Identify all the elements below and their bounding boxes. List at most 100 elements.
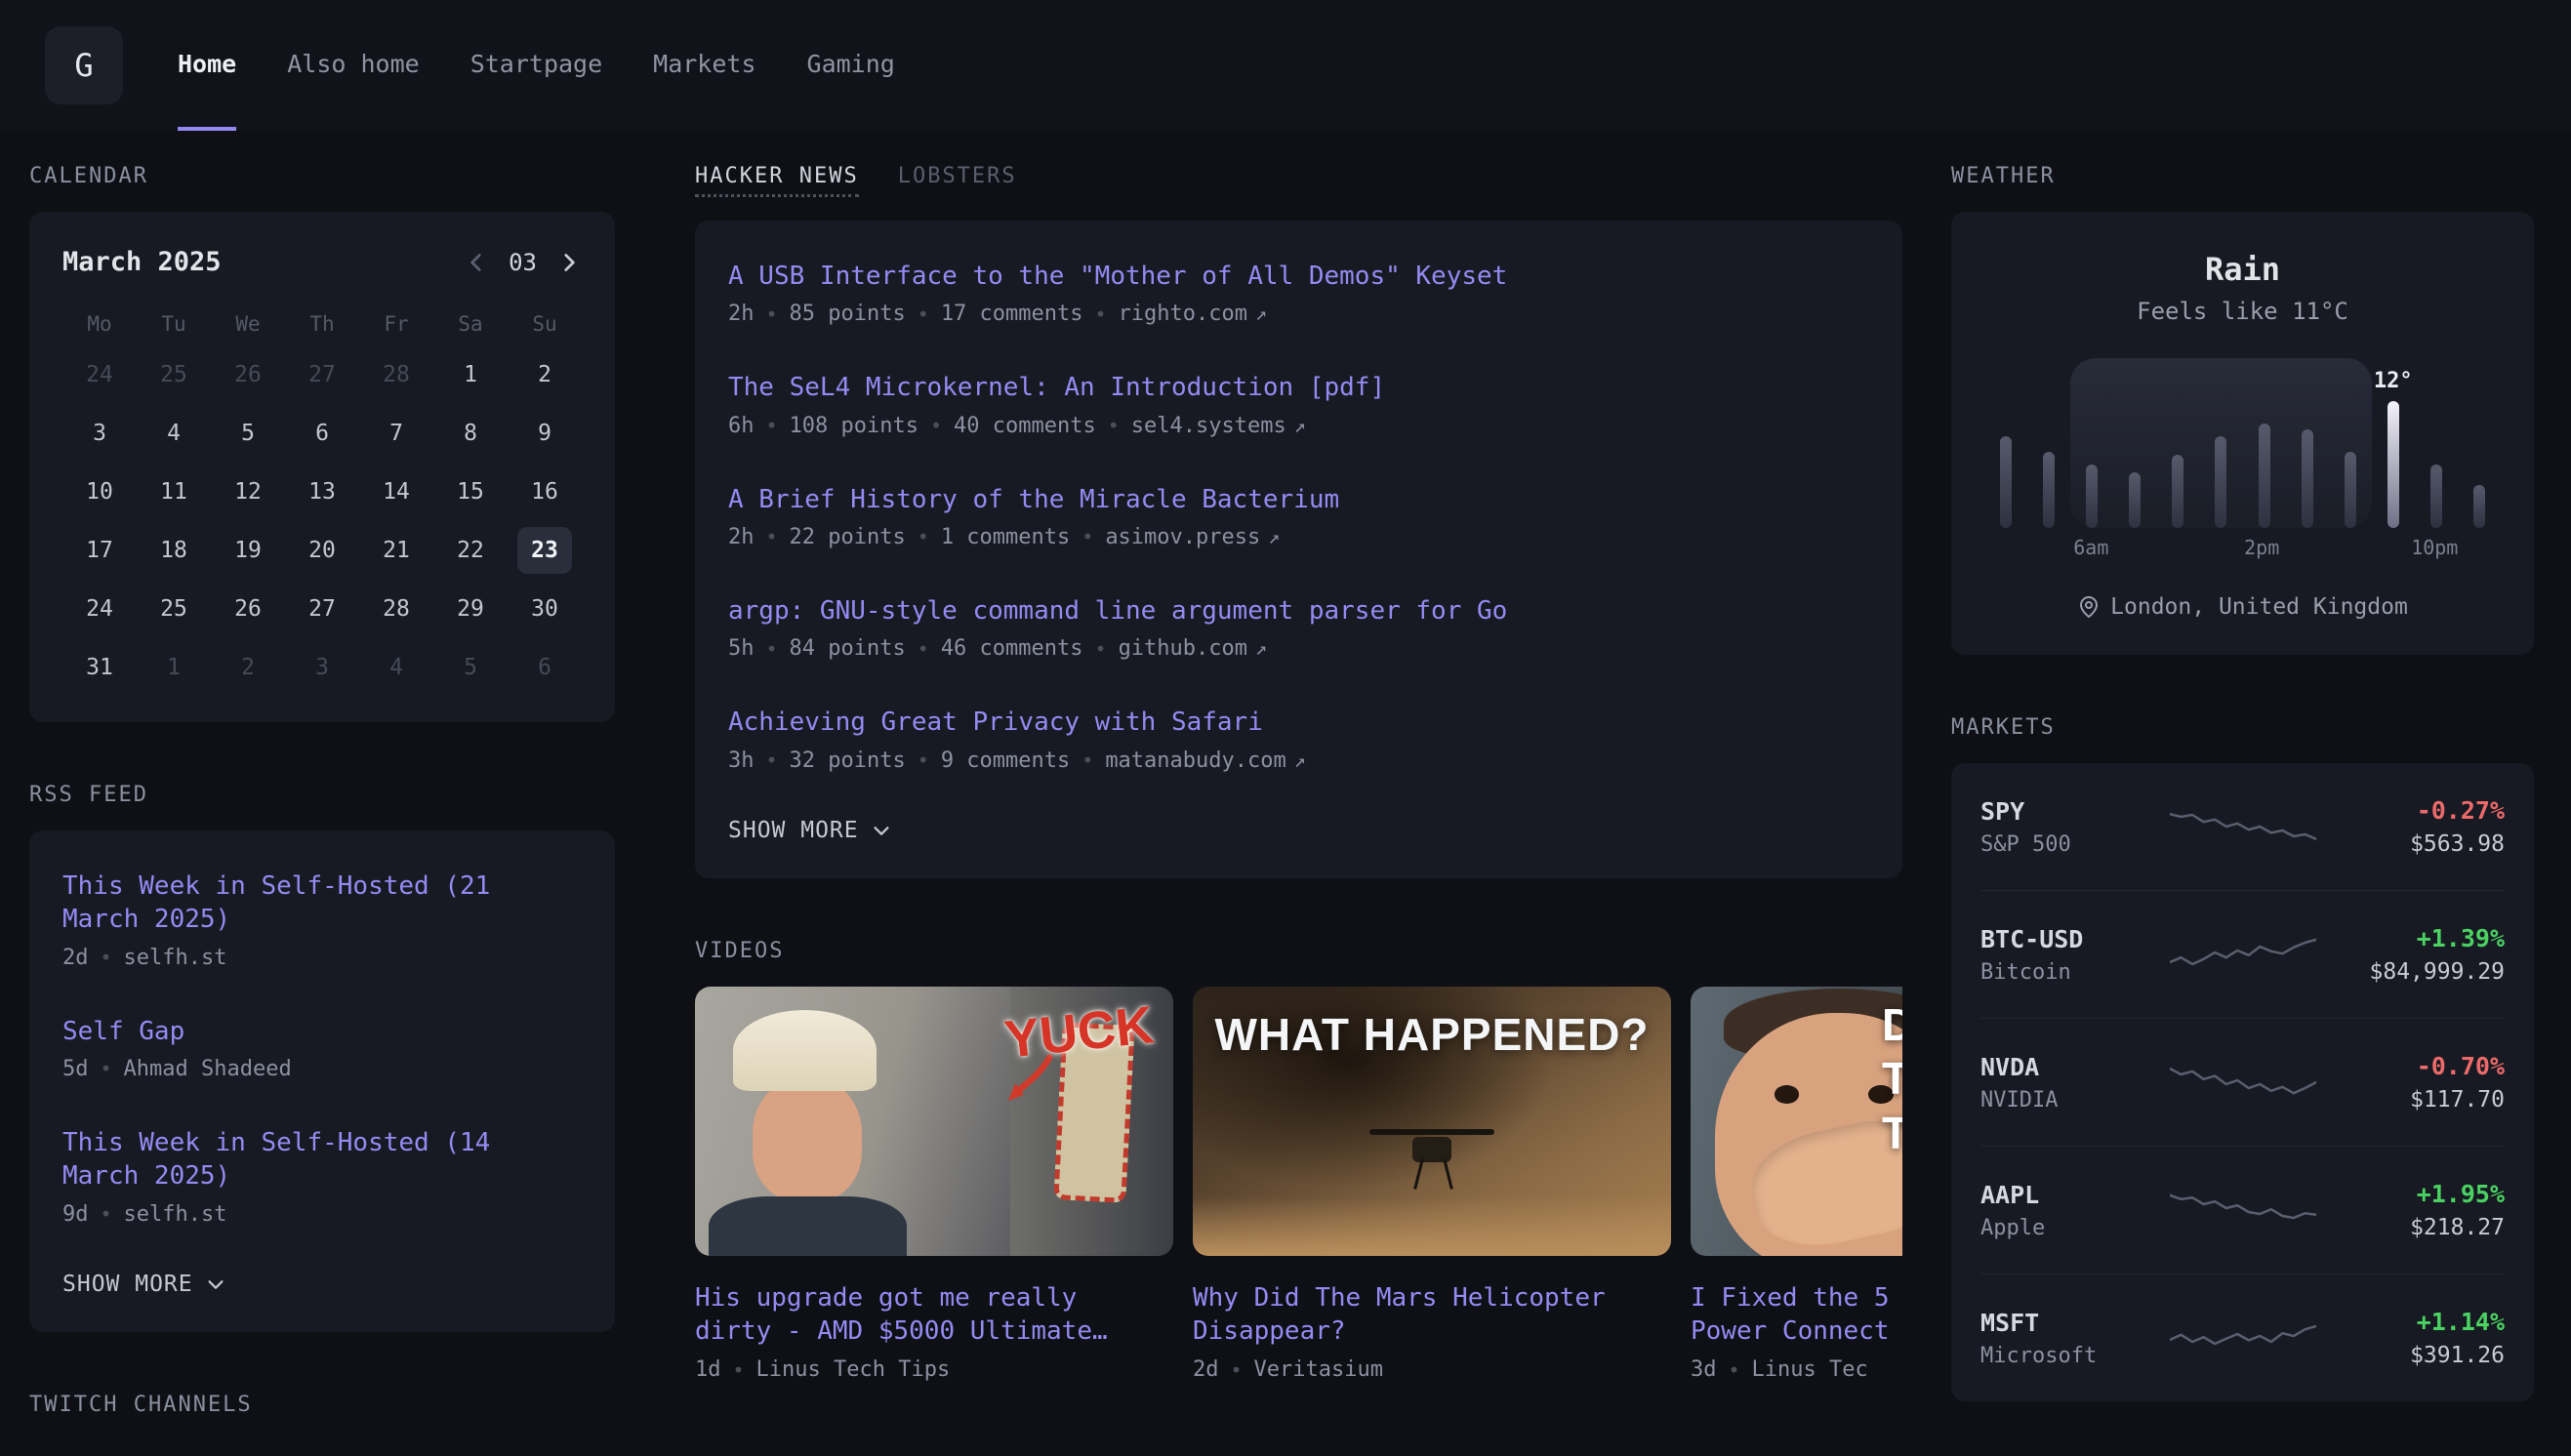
chevron-right-icon <box>556 250 582 275</box>
news-item-comments: 17 comments <box>941 302 1083 326</box>
weather-time-labels: 6am2pm10pm <box>1984 536 2501 559</box>
video-title[interactable]: Why Did The Mars Helicopter Disappear? <box>1193 1281 1671 1349</box>
markets-card: SPYS&P 500-0.27%$563.98BTC-USDBitcoin+1.… <box>1951 763 2534 1401</box>
weather-hourly-chart: 12° <box>1984 352 2501 528</box>
news-show-more-button[interactable]: SHOW MORE <box>728 818 892 843</box>
news-item-title[interactable]: A USB Interface to the "Mother of All De… <box>728 260 1869 293</box>
calendar-controls: 03 <box>464 249 582 276</box>
news-item-title[interactable]: The SeL4 Microkernel: An Introduction [p… <box>728 371 1869 404</box>
weather-widget: WEATHER Rain Feels like 11°C 12° 6am2pm1… <box>1951 164 2534 655</box>
videos-row: YUCK His upgrade got me really dirty - AM… <box>695 987 1902 1383</box>
video-meta: 1d•Linus Tech Tips <box>695 1357 1173 1382</box>
weather-time-spacer <box>2155 536 2198 559</box>
nav-tab-gaming[interactable]: Gaming <box>807 0 895 131</box>
bullet-separator: • <box>1108 414 1120 437</box>
weather-section-label: WEATHER <box>1951 164 2534 188</box>
calendar-day-number: 6 <box>315 421 329 446</box>
weather-bar <box>2302 429 2313 528</box>
market-sparkline <box>2170 931 2316 978</box>
bullet-separator: • <box>918 303 929 326</box>
rss-show-more-button[interactable]: SHOW MORE <box>62 1272 226 1297</box>
calendar-day-number: 3 <box>315 655 329 680</box>
weather-bar-cell <box>2242 352 2285 528</box>
weather-bar-cell <box>2286 352 2329 528</box>
news-item-age: 6h <box>728 414 755 438</box>
calendar-weekday: We <box>211 303 285 345</box>
news-item-list: A USB Interface to the "Mother of All De… <box>728 260 1869 773</box>
market-change: +1.95% <box>2417 1180 2505 1208</box>
bullet-separator: • <box>101 946 112 969</box>
rss-item-title[interactable]: This Week in Self-Hosted (14 March 2025) <box>62 1126 582 1193</box>
weather-bar <box>2259 424 2270 528</box>
nav-tab-markets[interactable]: Markets <box>653 0 755 131</box>
calendar-weekday: Mo <box>62 303 137 345</box>
calendar-day-number: 4 <box>167 421 181 446</box>
video-meta: 2d•Veritasium <box>1193 1357 1671 1382</box>
market-symbol: SPYS&P 500 <box>1980 797 2170 857</box>
market-row-aapl[interactable]: AAPLApple+1.95%$218.27 <box>1980 1146 2505 1274</box>
nav-tab-home[interactable]: Home <box>178 0 236 131</box>
calendar-day-number: 26 <box>234 362 262 387</box>
chevron-down-icon <box>205 1274 226 1295</box>
calendar-day-number: 25 <box>160 596 187 622</box>
market-name: NVIDIA <box>1980 1088 2170 1112</box>
news-item: A USB Interface to the "Mother of All De… <box>728 260 1869 326</box>
news-item-title[interactable]: argp: GNU-style command line argument pa… <box>728 594 1869 627</box>
weather-bar-cell <box>2156 352 2199 528</box>
thumbnail-overlay-line: DO <box>1882 1000 1902 1051</box>
weather-location: London, United Kingdom <box>1984 594 2501 620</box>
calendar-day-grid: 2425262728123456789101112131415161718192… <box>62 345 582 697</box>
news-card: A USB Interface to the "Mother of All De… <box>695 221 1902 878</box>
calendar-day-number: 18 <box>160 538 187 563</box>
video-thumbnail[interactable]: WHAT HAPPENED? <box>1193 987 1671 1256</box>
news-item-source-link[interactable]: sel4.systems↗ <box>1131 414 1306 438</box>
weather-bar-cell: 12° <box>2372 352 2415 528</box>
bullet-separator: • <box>1081 748 1093 772</box>
calendar-next-button[interactable] <box>556 250 582 275</box>
market-row-msft[interactable]: MSFTMicrosoft+1.14%$391.26 <box>1980 1274 2505 1401</box>
news-tab-lobsters[interactable]: LOBSTERS <box>898 164 1017 188</box>
calendar-prev-button[interactable] <box>464 250 489 275</box>
thumbnail-overlay-line: WHAT HAPPENED? <box>1214 1009 1649 1060</box>
market-row-btc-usd[interactable]: BTC-USDBitcoin+1.39%$84,999.29 <box>1980 890 2505 1018</box>
market-price: $563.98 <box>2410 831 2505 857</box>
app-logo[interactable]: G <box>45 26 123 104</box>
calendar-day-number: 27 <box>308 596 336 622</box>
news-item-source-link[interactable]: asimov.press↗ <box>1105 525 1280 549</box>
market-row-nvda[interactable]: NVDANVIDIA-0.70%$117.70 <box>1980 1018 2505 1146</box>
news-item-source-link[interactable]: github.com↗ <box>1119 636 1268 661</box>
calendar-day: 20 <box>285 521 359 580</box>
bullet-separator: • <box>766 414 778 437</box>
rss-widget: RSS FEED This Week in Self-Hosted (21 Ma… <box>29 783 615 1332</box>
calendar-day-number: 17 <box>86 538 113 563</box>
bullet-separator: • <box>918 637 929 661</box>
rss-item-title[interactable]: This Week in Self-Hosted (21 March 2025) <box>62 870 582 937</box>
calendar-day: 5 <box>433 638 508 697</box>
calendar-day: 5 <box>211 404 285 463</box>
rss-item-title[interactable]: Self Gap <box>62 1015 582 1048</box>
sparkline-chart <box>2170 803 2316 850</box>
news-item-title[interactable]: Achieving Great Privacy with Safari <box>728 706 1869 739</box>
video-title[interactable]: I Fixed the 5 Power Connect <box>1691 1281 1902 1349</box>
calendar-weekday: Th <box>285 303 359 345</box>
nav-tab-also-home[interactable]: Also home <box>287 0 419 131</box>
video-thumbnail[interactable]: DOTT <box>1691 987 1902 1256</box>
bullet-separator: • <box>101 1057 112 1080</box>
market-row-spy[interactable]: SPYS&P 500-0.27%$563.98 <box>1980 763 2505 890</box>
weather-time-spacer <box>2027 536 2070 559</box>
news-item-points: 22 points <box>790 525 906 549</box>
news-item-title[interactable]: A Brief History of the Miracle Bacterium <box>728 483 1869 516</box>
news-item-meta: 6h•108 points•40 comments•sel4.systems↗ <box>728 414 1869 438</box>
calendar-day-number: 8 <box>464 421 477 446</box>
news-item-comments: 1 comments <box>941 525 1070 549</box>
video-channel: Veritasium <box>1254 1357 1383 1382</box>
calendar-day: 27 <box>285 345 359 404</box>
video-thumbnail[interactable]: YUCK <box>695 987 1173 1256</box>
markets-section-label: MARKETS <box>1951 715 2534 740</box>
news-item-source-link[interactable]: matanabudy.com↗ <box>1105 748 1305 773</box>
news-item-source-link[interactable]: righto.com↗ <box>1119 302 1268 326</box>
nav-tab-startpage[interactable]: Startpage <box>470 0 602 131</box>
weather-bar <box>2430 465 2442 528</box>
news-tab-hacker-news[interactable]: HACKER NEWS <box>695 164 859 197</box>
video-title[interactable]: His upgrade got me really dirty - AMD $5… <box>695 1281 1173 1349</box>
